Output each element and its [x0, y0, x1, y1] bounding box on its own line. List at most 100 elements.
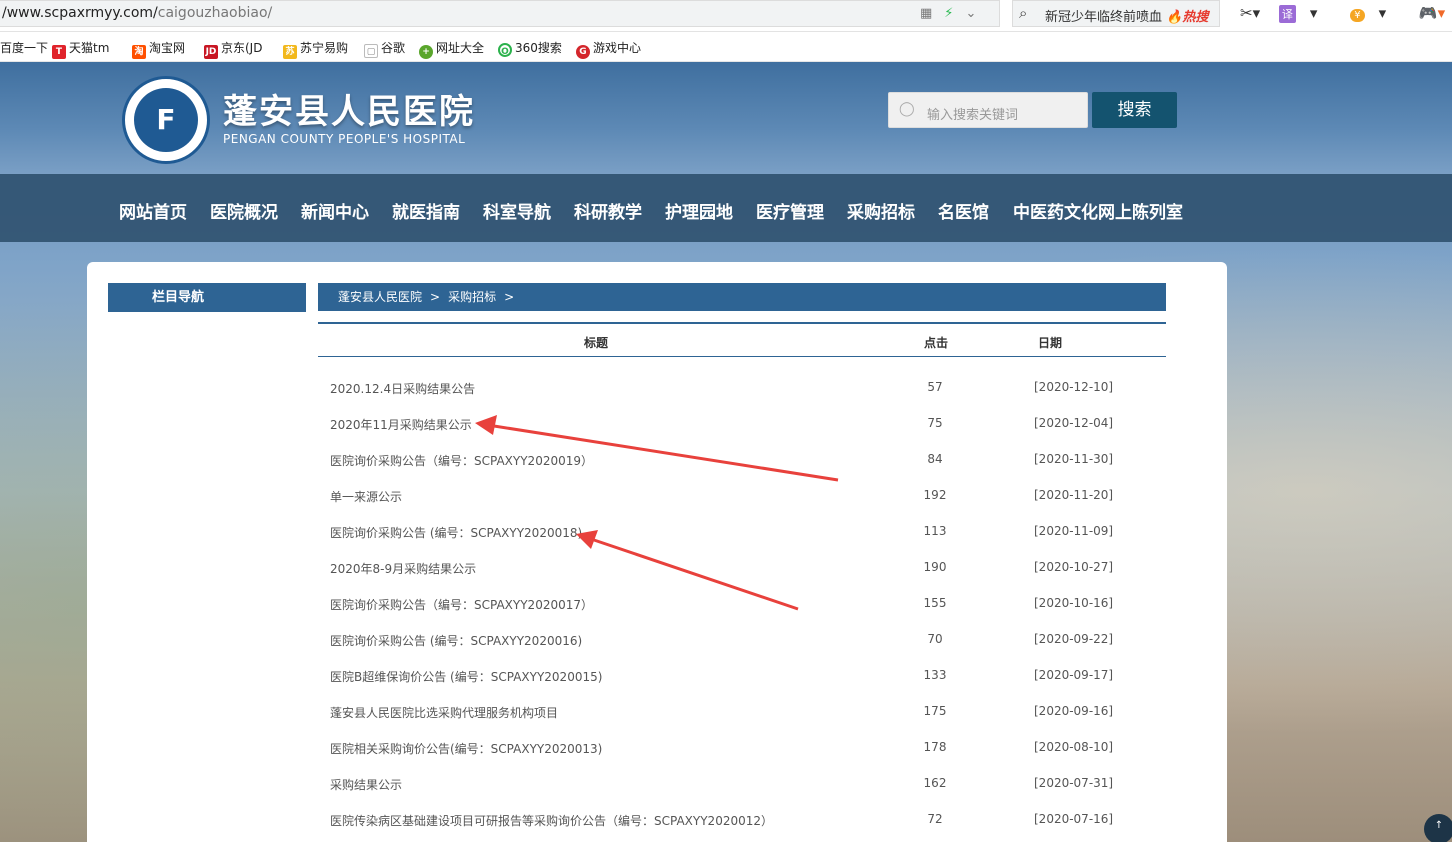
article-date: [2020-08-10] — [1034, 740, 1114, 754]
article-clicks: 57 — [927, 380, 943, 394]
chevron-down-icon[interactable]: ⌄ — [965, 6, 976, 21]
table-row: 单一来源公示 192 [2020-11-20] — [318, 488, 1166, 524]
main-nav: 网站首页 医院概况 新闻中心 就医指南 科室导航 科研教学 护理园地 医疗管理 … — [0, 174, 1452, 242]
article-title-link[interactable]: 2020.12.4日采购结果公告 — [330, 380, 475, 397]
hospital-logo[interactable]: F — [122, 76, 210, 164]
hot-search-text: 新冠少年临终前喷血 🔥热搜 — [1045, 10, 1209, 25]
bookmark-hao[interactable]: + 网址大全 — [419, 39, 484, 59]
article-title-link[interactable]: 医院B超维保询价公告 (编号：SCPAXYY2020015) — [330, 668, 602, 685]
article-title-link[interactable]: 蓬安县人民医院比选采购代理服务机构项目 — [330, 704, 558, 721]
table-row: 医院询价采购公告 (编号：SCPAXYY2020016) 70 [2020-09-2… — [318, 632, 1166, 668]
article-date: [2020-11-20] — [1034, 488, 1114, 502]
bookmark-taobao[interactable]: 淘淘宝网 — [132, 39, 185, 59]
bookmark-google[interactable]: ▢ 谷歌 — [364, 39, 405, 58]
article-date: [2020-11-09] — [1034, 524, 1114, 538]
article-title-link[interactable]: 单一来源公示 — [330, 488, 402, 505]
article-clicks: 155 — [923, 596, 947, 610]
hot-badge: 🔥热搜 — [1166, 10, 1209, 25]
nav-guide[interactable]: 就医指南 — [392, 198, 460, 223]
article-title-link[interactable]: 医院询价采购公告 (编号：SCPAXYY2020016) — [330, 632, 582, 649]
table-header: 标题 点击 日期 — [318, 322, 1166, 357]
url-path: caigouzhaobiao/ — [157, 5, 273, 21]
article-date: [2020-09-16] — [1034, 704, 1114, 718]
bookmark-suning[interactable]: 苏苏宁易购 — [283, 39, 348, 59]
bookmark-games[interactable]: G 游戏中心 — [576, 39, 641, 59]
nav-research[interactable]: 科研教学 — [574, 198, 642, 223]
game-controller-icon[interactable]: 🎮▾ — [1419, 4, 1445, 22]
logo-emblem-icon: F — [134, 88, 198, 152]
bookmarks-bar: 百度一下 T 天猫tm 淘淘宝网 JD 京东(JD 苏苏宁易购 ▢ 谷歌 + 网址大全 … — [0, 32, 1452, 62]
hot-search-box[interactable]: ⌕ 新冠少年临终前喷血 🔥热搜 — [1012, 0, 1220, 27]
bookmark-baidu[interactable]: 百度一下 — [0, 39, 48, 56]
article-title-link[interactable]: 医院传染病区基础建设项目可研报告等采购询价公告（编号：SCPAXYY202001… — [330, 812, 773, 829]
bookmark-jd[interactable]: JD 京东(JD — [204, 39, 262, 59]
breadcrumb-procurement[interactable]: 采购招标 — [448, 290, 496, 304]
article-title-link[interactable]: 医院询价采购公告（编号：SCPAXYY2020017） — [330, 596, 593, 613]
search-icon: ◯ — [899, 101, 915, 117]
site-search-input[interactable]: ◯ 输入搜索关键词 — [888, 92, 1088, 128]
breadcrumb: 蓬安县人民医院 > 采购招标 > — [318, 283, 1166, 311]
bookmark-tmall[interactable]: T 天猫tm — [52, 39, 109, 59]
hao-icon: + — [419, 45, 433, 59]
url-host: /www.scpaxrmyy.com/ — [2, 5, 158, 21]
article-date: [2020-07-31] — [1034, 776, 1114, 790]
article-title-link[interactable]: 2020年11月采购结果公示 — [330, 416, 472, 433]
article-clicks: 190 — [923, 560, 947, 574]
search-icon: ⌕ — [1019, 4, 1028, 22]
article-clicks: 192 — [923, 488, 947, 502]
bookmark-360[interactable]: O 360搜索 — [498, 39, 562, 57]
back-to-top-button[interactable]: ↑ — [1424, 814, 1452, 842]
taobao-icon: 淘 — [132, 45, 146, 59]
article-title-link[interactable]: 医院相关采购询价公告(编号：SCPAXYY2020013) — [330, 740, 602, 757]
nav-overview[interactable]: 医院概况 — [210, 198, 278, 223]
nav-management[interactable]: 医疗管理 — [756, 198, 824, 223]
browser-toolbar: /www.scpaxrmyy.com/caigouzhaobiao/ ▦ ⚡ ⌄ ⌕… — [0, 0, 1452, 32]
article-clicks: 84 — [927, 452, 943, 466]
article-date: [2020-10-16] — [1034, 596, 1114, 610]
table-row: 医院询价采购公告（编号：SCPAXYY2020017） 155 [2020-10-1… — [318, 596, 1166, 632]
site-name-en: PENGAN COUNTY PEOPLE'S HOSPITAL — [223, 132, 466, 146]
suning-icon: 苏 — [283, 45, 297, 59]
nav-departments[interactable]: 科室导航 — [483, 198, 551, 223]
article-clicks: 162 — [923, 776, 947, 790]
nav-news[interactable]: 新闻中心 — [301, 198, 369, 223]
search-placeholder: 输入搜索关键词 — [927, 108, 1019, 123]
article-clicks: 175 — [923, 704, 947, 718]
page-icon: ▢ — [364, 44, 378, 58]
article-clicks: 75 — [927, 416, 943, 430]
address-bar[interactable]: /www.scpaxrmyy.com/caigouzhaobiao/ ▦ ⚡ ⌄ — [0, 0, 1000, 27]
nav-nursing[interactable]: 护理园地 — [665, 198, 733, 223]
article-title-link[interactable]: 医院询价采购公告（编号：SCPAXYY2020019） — [330, 452, 593, 469]
nav-doctors[interactable]: 名医馆 — [938, 198, 989, 223]
article-date: [2020-12-10] — [1034, 380, 1114, 394]
header-clicks: 点击 — [924, 336, 949, 350]
header-date: 日期 — [1038, 336, 1063, 350]
article-clicks: 72 — [927, 812, 943, 826]
table-row: 医院询价采购公告 (编号：SCPAXYY2020018) 113 [2020-11-… — [318, 524, 1166, 560]
nav-home[interactable]: 网站首页 — [119, 198, 187, 223]
translate-icon[interactable]: 译 ▾ — [1278, 4, 1332, 23]
article-date: [2020-12-04] — [1034, 416, 1114, 430]
qr-icon[interactable]: ▦ — [920, 6, 932, 21]
url-text[interactable]: /www.scpaxrmyy.com/caigouzhaobiao/ — [2, 5, 272, 21]
article-date: [2020-09-22] — [1034, 632, 1114, 646]
nav-procurement[interactable]: 采购招标 — [847, 198, 915, 223]
article-date: [2020-10-27] — [1034, 560, 1114, 574]
tmall-icon: T — [52, 45, 66, 59]
screenshot-scissors-icon[interactable]: ✂▾ — [1240, 4, 1260, 22]
article-date: [2020-09-17] — [1034, 668, 1114, 682]
search-button[interactable]: 搜索 — [1092, 92, 1177, 128]
table-row: 医院传染病区基础建设项目可研报告等采购询价公告（编号：SCPAXYY202001… — [318, 812, 1166, 842]
article-clicks: 113 — [923, 524, 947, 538]
breadcrumb-home[interactable]: 蓬安县人民医院 — [338, 290, 422, 304]
article-clicks: 178 — [923, 740, 947, 754]
nav-tcm-exhibition[interactable]: 中医药文化网上陈列室 — [1013, 198, 1183, 223]
lightning-icon[interactable]: ⚡ — [944, 6, 953, 21]
article-title-link[interactable]: 采购结果公示 — [330, 776, 402, 793]
table-row: 2020年11月采购结果公示 75 [2020-12-04] — [318, 416, 1166, 452]
article-title-link[interactable]: 医院询价采购公告 (编号：SCPAXYY2020018) — [330, 524, 582, 541]
jd-icon: JD — [204, 45, 218, 59]
coin-icon[interactable]: ¥ ▾ — [1350, 4, 1400, 22]
article-title-link[interactable]: 2020年8-9月采购结果公示 — [330, 560, 476, 577]
table-row: 医院相关采购询价公告(编号：SCPAXYY2020013) 178 [2020-08… — [318, 740, 1166, 776]
